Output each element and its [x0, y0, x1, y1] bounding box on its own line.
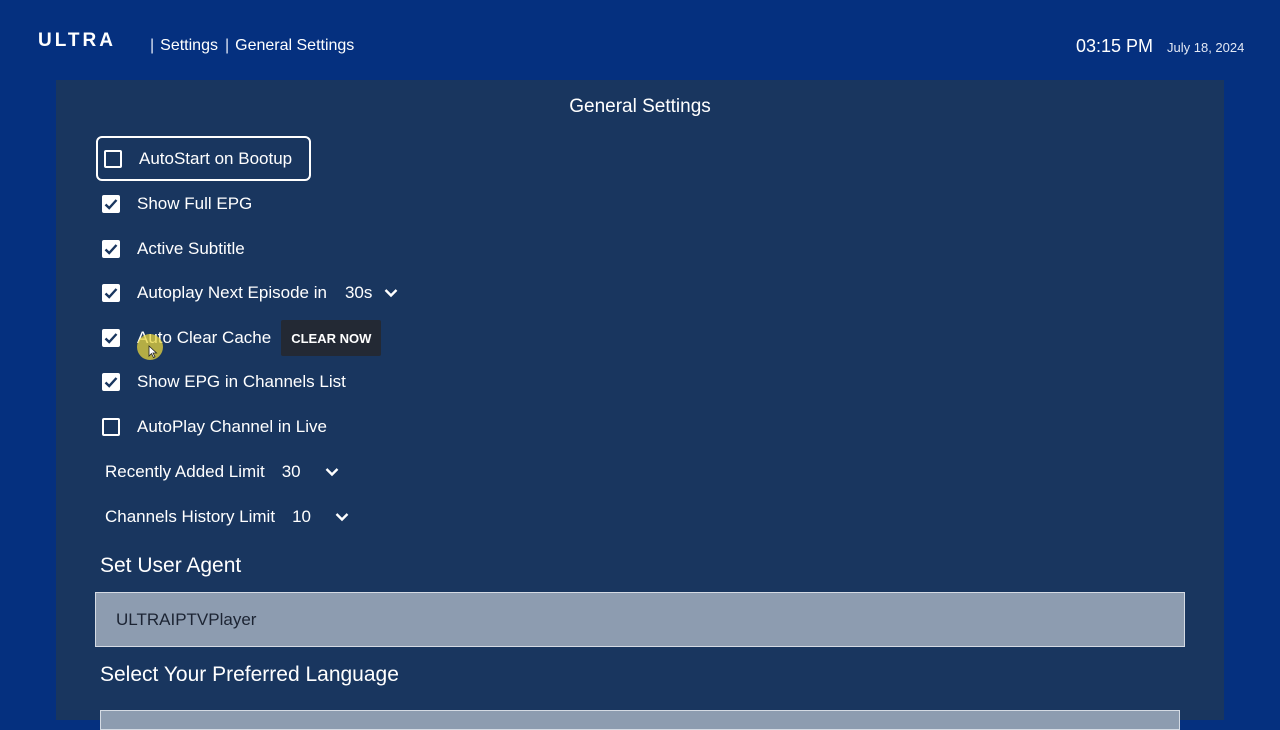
recently-added-limit-select[interactable]: 30 — [282, 462, 301, 482]
breadcrumb-separator: | — [224, 37, 230, 54]
option-label: Show EPG in Channels List — [137, 372, 346, 391]
option-label: Active Subtitle — [137, 239, 245, 258]
option-active-subtitle[interactable]: Active Subtitle — [96, 229, 255, 269]
breadcrumb-separator: | — [150, 37, 155, 54]
checkbox-auto-clear-cache[interactable] — [102, 329, 120, 347]
page-title: General Settings — [569, 96, 711, 117]
checkbox-autoplay-next-episode[interactable] — [102, 284, 120, 302]
checkbox-autoplay-live[interactable] — [102, 418, 120, 436]
option-label: AutoPlay Channel in Live — [137, 417, 327, 436]
clear-now-button[interactable]: CLEAR NOW — [281, 320, 382, 356]
option-autoplay-live[interactable]: AutoPlay Channel in Live — [96, 407, 337, 447]
language-title: Select Your Preferred Language — [100, 663, 399, 686]
channels-history-limit-select[interactable]: 10 — [292, 507, 311, 527]
option-autostart[interactable]: AutoStart on Bootup — [96, 136, 311, 181]
checkbox-autostart[interactable] — [104, 149, 122, 168]
checkbox-show-full-epg[interactable] — [102, 195, 120, 213]
checkbox-active-subtitle[interactable] — [102, 240, 120, 258]
option-label: Autoplay Next Episode in — [137, 283, 327, 302]
breadcrumb: | Settings | General Settings — [150, 37, 361, 55]
check-icon — [104, 244, 118, 255]
language-select[interactable] — [100, 710, 1180, 730]
recently-added-limit[interactable]: Recently Added Limit 30 — [105, 457, 339, 487]
option-show-epg-channels[interactable]: Show EPG in Channels List — [96, 362, 356, 402]
checkbox-show-epg-channels[interactable] — [102, 373, 120, 391]
chevron-down-icon[interactable] — [384, 288, 398, 298]
breadcrumb-general-settings: General Settings — [235, 37, 355, 54]
settings-panel: General Settings AutoStart on Bootup Sho… — [56, 80, 1224, 730]
clock-time: 03:15 PM — [1076, 36, 1154, 56]
top-bar: ULTRA | Settings | General Settings 03:15 P… — [0, 0, 1280, 80]
breadcrumb-settings[interactable]: Settings — [160, 37, 218, 54]
check-icon — [104, 333, 118, 344]
limit-label: Recently Added Limit — [105, 462, 265, 481]
channels-history-limit[interactable]: Channels History Limit 10 — [105, 502, 349, 532]
autoplay-delay-select[interactable]: 30s — [345, 283, 372, 303]
mouse-cursor-icon — [148, 345, 158, 359]
check-icon — [104, 288, 118, 299]
chevron-down-icon[interactable] — [325, 467, 339, 477]
limit-label: Channels History Limit — [105, 507, 276, 526]
clock-date: July 18, 2024 — [1167, 40, 1245, 55]
option-label: Show Full EPG — [137, 194, 253, 213]
check-icon — [104, 377, 118, 388]
option-show-full-epg[interactable]: Show Full EPG — [96, 184, 262, 224]
option-autoplay-next-episode[interactable]: Autoplay Next Episode in 30s — [96, 273, 408, 313]
app-logo: ULTRA — [38, 30, 116, 51]
chevron-down-icon[interactable] — [335, 512, 349, 522]
user-agent-title: Set User Agent — [100, 554, 242, 577]
option-label: AutoStart on Bootup — [139, 148, 293, 168]
user-agent-input[interactable]: ULTRAIPTVPlayer — [95, 592, 1185, 647]
check-icon — [104, 199, 118, 210]
